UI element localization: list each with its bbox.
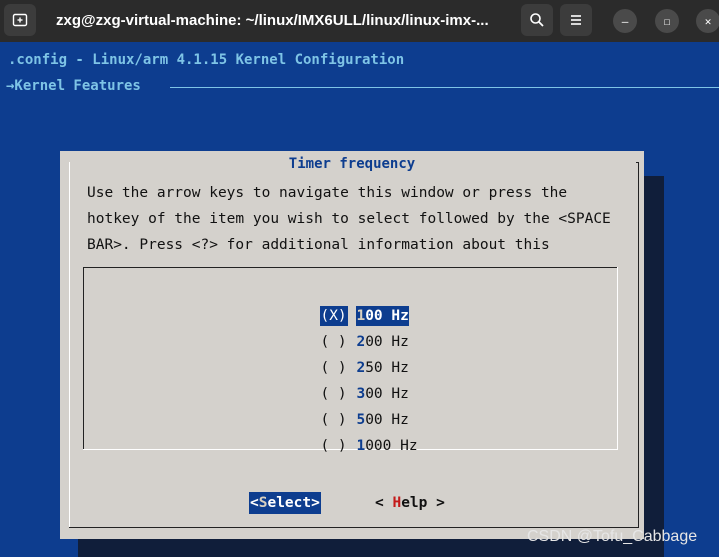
help-button[interactable]: < Help > [375,492,445,514]
help-line: hotkey of the item you wish to select fo… [87,211,611,227]
radio-mark: ( ) [320,438,347,454]
options-box-left [83,267,84,450]
close-icon: ✕ [704,14,712,28]
help-button-pre: < [375,495,393,511]
help-line: Use the arrow keys to navigate this wind… [87,185,568,201]
option-300hz[interactable]: ( ) 300 Hz [303,364,408,402]
option-label-rest: 000 Hz [365,438,418,454]
select-button-post: elect> [267,495,320,511]
hamburger-menu-icon [571,15,581,25]
dialog-title: Timer frequency [288,156,416,172]
help-button-post: elp > [401,495,445,511]
maximize-button[interactable]: ☐ [655,9,679,33]
help-line: BAR>. Press <?> for additional informati… [87,237,550,253]
config-title: .config - Linux/arm 4.1.15 Kernel Config… [8,52,405,68]
breadcrumb: →Kernel Features [6,78,141,94]
close-button[interactable]: ✕ [696,9,719,33]
options-box-top [83,267,617,268]
menu-button[interactable] [560,4,592,36]
search-icon [530,13,544,27]
option-100hz[interactable]: (X) 100 Hz [303,286,409,326]
select-button[interactable]: <Select> [249,492,321,514]
minimize-icon: — [621,14,629,28]
option-hotkey: 1 [356,438,366,454]
terminal-new-tab-icon [12,13,28,27]
option-label: 1000 Hz [356,436,417,456]
dialog-border-left [69,162,70,528]
search-button[interactable] [521,4,553,36]
maximize-icon: ☐ [663,14,671,28]
option-250hz[interactable]: ( ) 250 Hz [303,338,408,376]
options-box-right [617,267,618,450]
dialog-help-text: Use the arrow keys to navigate this wind… [87,180,611,258]
option-500hz[interactable]: ( ) 500 Hz [303,390,408,428]
window-titlebar: zxg@zxg-virtual-machine: ~/linux/IMX6ULL… [0,0,719,42]
select-button-pre: < [250,495,259,511]
dialog-border-right [638,162,639,528]
watermark: CSDN @Tofu_Cabbage [527,528,698,545]
option-200hz[interactable]: ( ) 200 Hz [303,312,408,350]
window-title: zxg@zxg-virtual-machine: ~/linux/IMX6ULL… [56,12,489,29]
help-button-hotkey: H [392,495,402,511]
breadcrumb-divider [170,87,719,88]
option-1000hz[interactable]: ( ) 1000 Hz [303,416,417,454]
minimize-button[interactable]: — [613,9,637,33]
new-tab-button[interactable] [4,4,36,36]
